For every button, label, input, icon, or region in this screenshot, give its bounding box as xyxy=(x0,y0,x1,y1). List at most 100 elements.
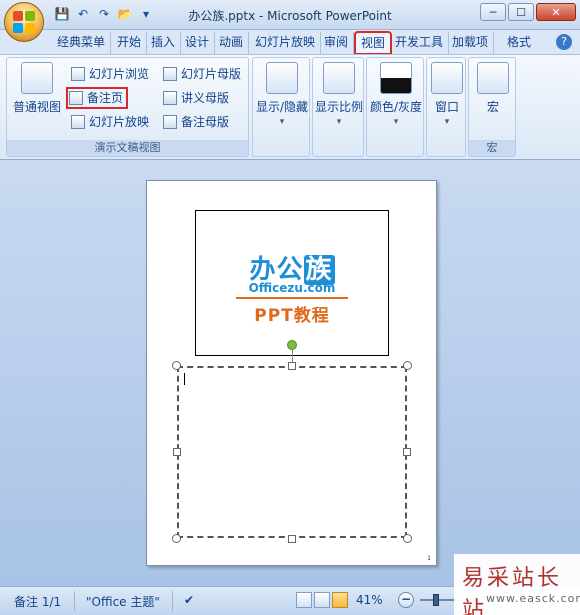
slide-show-button[interactable]: 幻灯片放映 xyxy=(69,112,149,132)
window-controls: ─ ☐ ✕ xyxy=(480,3,576,21)
ribbon-tabs: 经典菜单 开始 插入 设计 动画 幻灯片放映 审阅 视图 开发工具 加载项 格式 xyxy=(0,30,580,55)
office-logo-icon xyxy=(13,11,35,33)
notes-page-button[interactable]: 备注页 xyxy=(65,87,129,109)
tab-insert[interactable]: 插入 xyxy=(146,32,182,54)
resize-handle-left[interactable] xyxy=(173,448,181,456)
window-icon xyxy=(431,62,463,94)
zoom-label: 显示比例 xyxy=(314,100,363,114)
macros-icon xyxy=(477,62,509,94)
window-button[interactable]: 窗口 ▾ xyxy=(429,62,465,127)
magnifier-icon xyxy=(323,62,355,94)
zoom-out-icon[interactable]: − xyxy=(398,592,414,608)
chevron-down-icon: ▾ xyxy=(444,117,450,127)
document-workspace: 办公族 Officezu.com PPT教程 1 xyxy=(0,160,580,586)
slide-sorter-label: 幻灯片浏览 xyxy=(89,67,150,81)
resize-handle-bottom-left[interactable] xyxy=(172,534,181,543)
group-label-presentation-views: 演示文稿视图 xyxy=(7,140,248,156)
watermark: 易采站长站 www.easck.com xyxy=(454,554,580,615)
group-color-grayscale: 颜色/灰度 ▾ xyxy=(366,57,424,157)
notes-page-label: 备注页 xyxy=(87,91,124,105)
help-icon[interactable]: ? xyxy=(556,34,572,50)
theme-name[interactable]: "Office 主题" xyxy=(86,593,160,610)
slide-master-button[interactable]: 幻灯片母版 xyxy=(161,64,241,84)
office-button[interactable] xyxy=(4,2,44,42)
logo-subtitle: PPT教程 xyxy=(254,306,330,326)
chevron-down-icon: ▾ xyxy=(279,117,285,127)
watermark-cn: 易采站长站 xyxy=(462,566,563,615)
color-grayscale-icon xyxy=(380,62,412,94)
tab-review[interactable]: 审阅 xyxy=(319,32,355,54)
slide-show-label: 幻灯片放映 xyxy=(89,115,150,129)
logo-url: Officezu.com xyxy=(248,281,336,295)
zoom-slider-thumb[interactable] xyxy=(433,594,440,606)
slide-show-icon xyxy=(71,115,85,129)
resize-handle-bottom-right[interactable] xyxy=(403,534,412,543)
tab-home[interactable]: 开始 xyxy=(112,32,148,54)
notes-counter: 备注 1/1 xyxy=(14,595,62,609)
notes-master-button[interactable]: 备注母版 xyxy=(161,112,229,132)
notes-page-icon xyxy=(69,91,83,105)
show-hide-label: 显示/隐藏 xyxy=(255,100,309,114)
status-separator xyxy=(172,591,173,611)
tab-view[interactable]: 视图 xyxy=(353,31,393,55)
slide-master-icon xyxy=(163,67,177,81)
group-label-macros: 宏 xyxy=(469,140,515,156)
text-cursor xyxy=(184,373,185,385)
slide-sorter-icon xyxy=(71,67,85,81)
page-number: 1 xyxy=(427,555,431,562)
rotation-line xyxy=(292,350,293,362)
normal-view-status-icon[interactable] xyxy=(296,592,312,608)
slide-show-status-icon[interactable] xyxy=(332,592,348,608)
handout-master-label: 讲义母版 xyxy=(181,91,230,105)
window-label: 窗口 xyxy=(434,100,459,114)
resize-handle-right[interactable] xyxy=(403,448,411,456)
notes-master-label: 备注母版 xyxy=(181,115,230,129)
macros-label: 宏 xyxy=(486,100,499,114)
slide-master-label: 幻灯片母版 xyxy=(181,67,242,81)
tab-format[interactable]: 格式 xyxy=(502,32,536,54)
normal-view-label: 普通视图 xyxy=(12,100,61,114)
slide-sorter-status-icon[interactable] xyxy=(314,592,330,608)
normal-view-button[interactable]: 普通视图 xyxy=(11,62,63,115)
resize-handle-top[interactable] xyxy=(288,362,296,370)
normal-view-icon xyxy=(21,62,53,94)
group-window: 窗口 ▾ xyxy=(426,57,466,157)
group-zoom: 显示比例 ▾ xyxy=(312,57,364,157)
tab-developer[interactable]: 开发工具 xyxy=(390,32,450,54)
slide-thumbnail[interactable]: 办公族 Officezu.com PPT教程 xyxy=(195,210,389,356)
tab-slide-show[interactable]: 幻灯片放映 xyxy=(250,32,322,54)
tab-classic-menu[interactable]: 经典菜单 xyxy=(52,32,112,54)
group-macros: 宏 宏 xyxy=(468,57,516,157)
group-presentation-views: 普通视图 幻灯片浏览 备注页 幻灯片放映 幻灯片母版 讲义母版 备注母版 演示文… xyxy=(6,57,249,157)
show-hide-icon xyxy=(266,62,298,94)
notes-master-icon xyxy=(163,115,177,129)
macros-button[interactable]: 宏 xyxy=(473,62,513,115)
tab-animations[interactable]: 动画 xyxy=(214,32,250,54)
maximize-button[interactable]: ☐ xyxy=(508,3,534,21)
zoom-level[interactable]: 41% xyxy=(356,593,383,607)
ribbon: 普通视图 幻灯片浏览 备注页 幻灯片放映 幻灯片母版 讲义母版 备注母版 演示文… xyxy=(0,54,580,160)
handout-master-icon xyxy=(163,91,177,105)
title-bar: 💾 ↶ ↷ 📂 ▾ 办公族.pptx - Microsoft PowerPoin… xyxy=(0,0,580,30)
chevron-down-icon: ▾ xyxy=(336,117,342,127)
color-grayscale-label: 颜色/灰度 xyxy=(369,100,423,114)
notes-text-box[interactable] xyxy=(177,366,407,538)
handout-master-button[interactable]: 讲义母版 xyxy=(161,88,229,108)
resize-handle-bottom[interactable] xyxy=(288,535,296,543)
close-button[interactable]: ✕ xyxy=(536,3,576,21)
group-show-hide: 显示/隐藏 ▾ xyxy=(252,57,310,157)
show-hide-button[interactable]: 显示/隐藏 ▾ xyxy=(255,62,309,127)
zoom-button[interactable]: 显示比例 ▾ xyxy=(313,62,365,127)
resize-handle-top-left[interactable] xyxy=(172,361,181,370)
tab-design[interactable]: 设计 xyxy=(180,32,216,54)
color-grayscale-button[interactable]: 颜色/灰度 ▾ xyxy=(369,62,423,127)
rotation-handle[interactable] xyxy=(287,340,297,350)
status-separator xyxy=(74,591,75,611)
slide-sorter-button[interactable]: 幻灯片浏览 xyxy=(69,64,149,84)
logo-divider xyxy=(236,297,348,299)
spell-check-icon[interactable]: ✔ xyxy=(184,593,194,607)
chevron-down-icon: ▾ xyxy=(393,117,399,127)
minimize-button[interactable]: ─ xyxy=(480,3,506,21)
tab-add-ins[interactable]: 加载项 xyxy=(447,32,495,54)
resize-handle-top-right[interactable] xyxy=(403,361,412,370)
